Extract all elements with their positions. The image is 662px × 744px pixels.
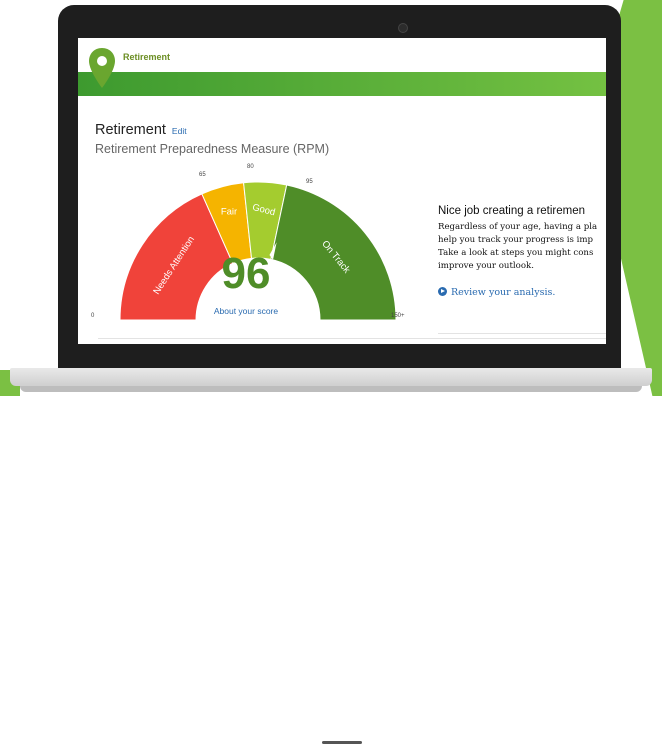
divider	[438, 333, 606, 334]
gauge-max-label: 150+	[391, 313, 405, 319]
fair-label: Fair	[221, 206, 237, 217]
edit-link[interactable]: Edit	[172, 126, 187, 136]
about-score-link[interactable]: About your score	[198, 306, 294, 316]
play-circle-icon	[438, 287, 447, 296]
laptop-base-shadow	[20, 386, 642, 392]
laptop-base	[10, 368, 652, 744]
summary-body: Regardless of your age, having a pla hel…	[438, 221, 606, 273]
summary-line: improve your outlook.	[438, 261, 534, 271]
rpm-gauge: 0 150+ 65 80 95 Needs AttentionFair GoodO…	[91, 164, 405, 321]
summary-title: Nice job creating a retiremen	[438, 205, 586, 217]
laptop-screen: Retirement Retirement Edit Retirement Pre…	[78, 38, 606, 344]
threshold-95-label: 95	[306, 179, 313, 185]
review-analysis-label: Review your analysis.	[451, 287, 556, 298]
retirement-tab[interactable]: Retirement	[123, 52, 170, 62]
page-title: Retirement Edit	[95, 122, 187, 138]
threshold-80-label: 80	[247, 164, 254, 170]
nav-green-band	[78, 72, 606, 96]
summary-line: help you track your progress is imp	[438, 235, 594, 245]
divider	[98, 338, 606, 339]
review-analysis-link[interactable]: Review your analysis.	[438, 287, 555, 298]
summary-line: Take a look at steps you might cons	[438, 248, 594, 258]
location-pin-icon	[89, 48, 115, 88]
gauge-min-label: 0	[91, 313, 95, 319]
camera-icon	[398, 23, 408, 33]
page-title-text: Retirement	[95, 122, 166, 138]
threshold-65-label: 65	[199, 172, 206, 178]
page-subtitle: Retirement Preparedness Measure (RPM)	[95, 142, 330, 156]
score-value: 96	[221, 249, 271, 298]
summary-line: Regardless of your age, having a pla	[438, 222, 598, 232]
